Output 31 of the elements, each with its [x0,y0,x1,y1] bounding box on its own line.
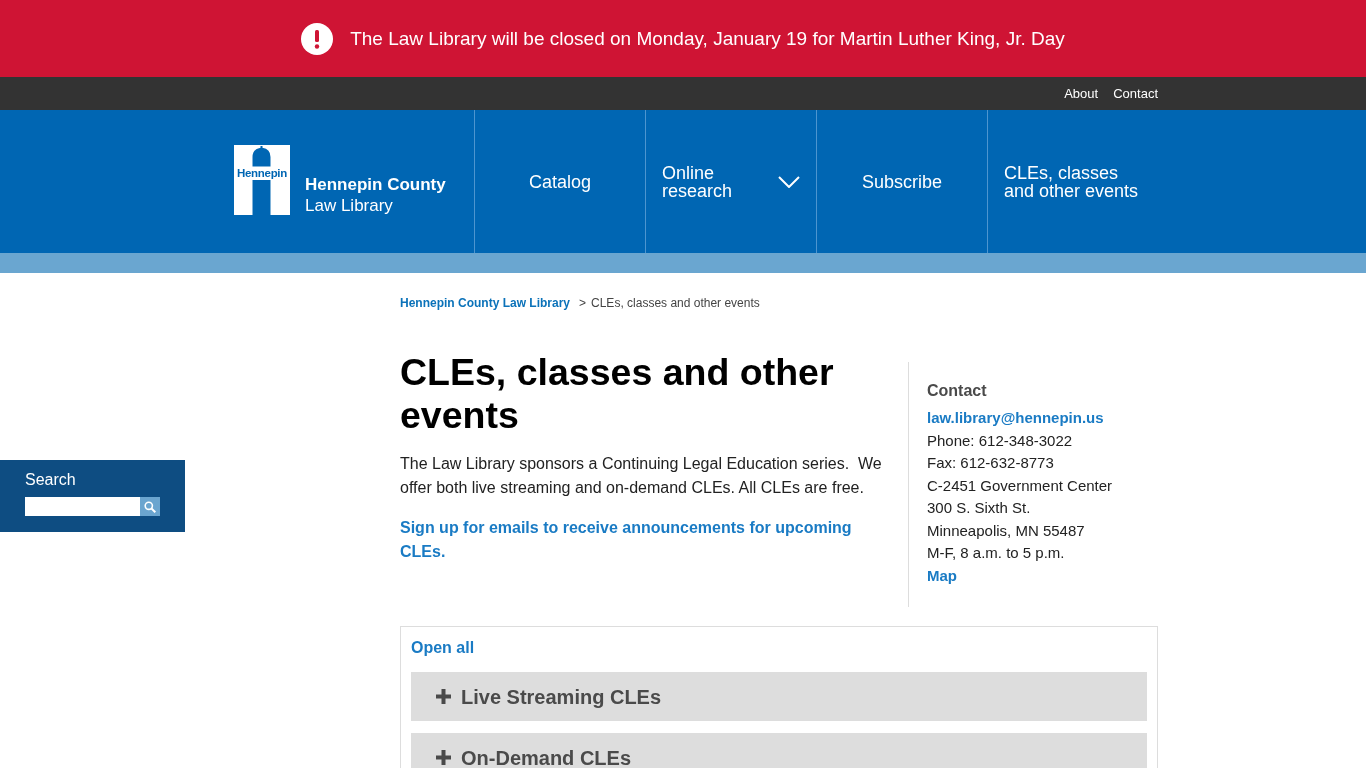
contact-heading: Contact [927,381,988,401]
open-all-link[interactable]: Open all [411,638,475,658]
contact-line: Minneapolis, MN 55487 [927,520,1086,541]
breadcrumb-link[interactable]: Hennepin County Law Library [400,296,570,310]
chevron-down-icon [778,175,800,188]
site-subtitle: Law Library [305,195,394,216]
letter-h-logo [234,145,290,215]
alert-message: The Law Library will be closed on Monday, January 19 for Martin Luther King, Jr. Day [350,27,1065,50]
breadcrumb-separator: > [579,296,587,310]
contact-line: C-2451 Government Center [927,475,1114,496]
email-link[interactable]: law.library@hennepin.us [927,407,1158,430]
search-button[interactable] [140,497,160,516]
site-title: Hennepin County [305,174,446,195]
contact-line: Fax: 612-632-8773 [927,453,1055,473]
utility-link[interactable]: About [1064,86,1099,101]
search-icon [144,500,156,513]
contact-line: M-F, 8 a.m. to 5 p.m. [927,543,1066,563]
alert-icon [301,22,334,55]
breadcrumb-current: CLEs, classes and other events [591,296,760,310]
logo-badge-text: Hennepin [236,166,288,181]
contact-line: Phone: 612-348-3022 [927,430,1074,451]
utility-link[interactable]: Contact [1113,86,1158,101]
contact-line: 300 S. Sixth St. [927,498,1032,518]
accordion-header[interactable]: On-Demand CLEs [411,733,1147,768]
page-title: CLEs, classes and other events [400,351,835,437]
signup-link[interactable]: Sign up for emails to receive announcements for upcoming CLEs. [400,516,890,564]
search-label: Search [25,471,77,489]
map-link[interactable]: Map [927,564,1158,587]
intro-paragraph: The Law Library sponsors a Continuing Legal Education series. We offer both live streaming and on-demand CLEs. All CLEs are free. [400,454,883,498]
search-input[interactable] [25,497,140,516]
accordion-header[interactable]: Live Streaming CLEs [411,672,1147,721]
